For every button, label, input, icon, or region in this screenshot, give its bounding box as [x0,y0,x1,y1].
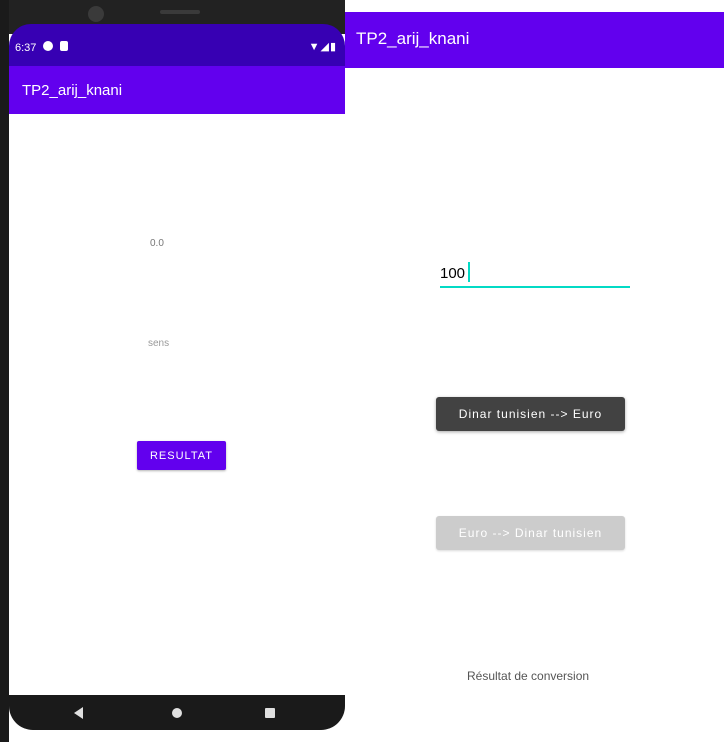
resultat-button[interactable]: RESULTAT [137,441,226,470]
conversion-result-label: Résultat de conversion [467,669,590,683]
status-bar: 6:37 ▼◢▮ [9,24,345,66]
right-app-screen: TP2_arij_knani Dinar tunisien --> Euro E… [345,0,724,742]
phone-bezel-side [0,0,9,742]
top-strip [345,0,724,12]
text-cursor [468,262,470,282]
speaker-grille [160,10,200,14]
recent-apps-icon[interactable] [265,708,275,718]
back-icon[interactable] [74,707,83,719]
notification-icon [43,41,53,51]
app-title: TP2_arij_knani [22,82,123,99]
left-phone-screen: 6:37 ▼◢▮ TP2_arij_knani 0.0 sens RESULTA… [0,0,345,742]
app-bar: TP2_arij_knani [9,66,345,114]
navigation-bar [9,695,345,730]
app-title: TP2_arij_knani [356,29,470,48]
sens-text: sens [148,338,170,349]
euro-to-dinar-button[interactable]: Euro --> Dinar tunisien [436,516,625,550]
home-icon[interactable] [172,708,182,718]
signal-battery-icons: ▼◢▮ [308,41,337,53]
sd-card-icon [60,41,68,51]
camera-icon [88,6,104,22]
app-bar: TP2_arij_knani [345,12,724,68]
status-time: 6:37 [15,42,37,54]
dinar-to-euro-button[interactable]: Dinar tunisien --> Euro [436,397,625,431]
value-text: 0.0 [150,238,164,249]
